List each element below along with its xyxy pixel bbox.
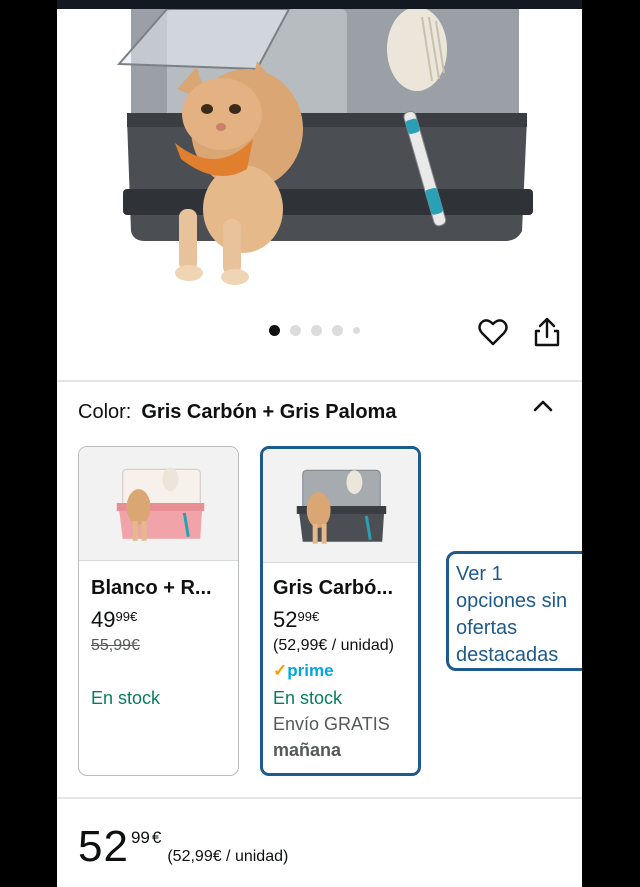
top-bar <box>57 0 582 9</box>
variant-stock-status: En stock <box>91 688 161 708</box>
prime-check-icon: ✓ <box>273 661 288 680</box>
variant-delivery-date: mañana <box>273 740 342 760</box>
selected-color: Gris Carbón + Gris Paloma <box>141 401 397 423</box>
variant-price: 4999€ <box>91 607 138 632</box>
variant-name: Blanco + R... <box>91 577 212 599</box>
image-pager[interactable] <box>269 325 360 336</box>
more-options-label: Ver 1 opciones sin ofertas destacadas <box>456 563 568 666</box>
share-icon[interactable] <box>532 316 562 348</box>
pager-dot[interactable] <box>353 327 360 334</box>
section-divider <box>57 797 582 799</box>
heart-icon[interactable] <box>477 316 509 348</box>
pager-dot[interactable] <box>311 325 322 336</box>
variant-option-grey[interactable]: Gris Carbó... 5299€ (52,99€ / unidad) ✓p… <box>260 446 421 776</box>
prime-label: prime <box>287 661 334 680</box>
variant-shipping: Envío GRATIS <box>273 714 390 734</box>
variant-unit-price: (52,99€ / unidad) <box>273 637 394 654</box>
variant-thumbnail <box>263 449 418 563</box>
color-label: Color: <box>78 401 132 423</box>
product-image[interactable] <box>57 9 582 309</box>
product-page: Color: Gris Carbón + Gris Paloma Blanco +… <box>57 0 582 887</box>
variant-stock-status: En stock <box>273 688 343 708</box>
pager-dot[interactable] <box>269 325 280 336</box>
pager-dot[interactable] <box>290 325 301 336</box>
chevron-up-icon[interactable] <box>531 394 555 418</box>
buybox-price: 52 99 €(52,99€ / unidad) <box>78 822 289 871</box>
more-options-link[interactable]: Ver 1 opciones sin ofertas destacadas <box>446 551 582 671</box>
variant-price: 5299€ <box>273 607 320 632</box>
variant-option-white-pink[interactable]: Blanco + R... 4999€ 55,99€ En stock <box>78 446 239 776</box>
prime-badge: ✓prime <box>273 661 334 681</box>
variant-name: Gris Carbó... <box>273 577 394 599</box>
section-divider <box>57 380 582 382</box>
pager-dot[interactable] <box>332 325 343 336</box>
variant-thumbnail <box>79 447 238 561</box>
color-selector-heading: Color: Gris Carbón + Gris Paloma <box>78 401 396 424</box>
variant-list-price: 55,99€ <box>91 637 140 654</box>
